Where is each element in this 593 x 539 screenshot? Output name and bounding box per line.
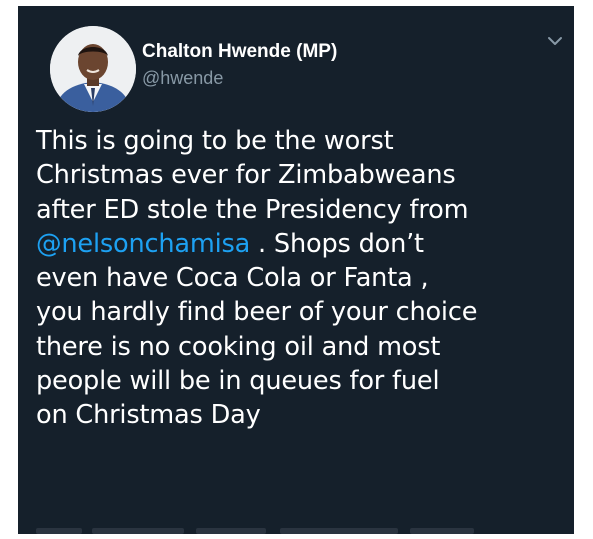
tweet-text-line: Christmas ever for Zimbabweans	[36, 160, 456, 191]
tweet-text-line: @nelsonchamisa . Shops don’t	[36, 227, 566, 261]
display-name[interactable]: Chalton Hwende (MP)	[142, 41, 337, 63]
tweet-text-line: even have Coca Cola or Fanta ,	[36, 263, 429, 294]
page-margin	[574, 0, 593, 539]
mention-link[interactable]: @nelsonchamisa	[36, 229, 250, 259]
tweet-card: Chalton Hwende (MP) @hwende This is goin…	[18, 6, 574, 534]
tweet-text: This is going to be the worst Christmas …	[36, 124, 566, 433]
user-handle[interactable]: @hwende	[142, 68, 223, 89]
chevron-down-icon[interactable]	[546, 34, 564, 48]
tweet-text-line: people will be in queues for fuel	[36, 366, 440, 397]
cropped-next-line	[36, 518, 566, 534]
tweet-text-line: after ED stole the Presidency from	[36, 194, 469, 225]
profile-photo	[50, 26, 136, 112]
tweet-text-line: there is no cooking oil and most	[36, 331, 441, 362]
tweet-text-line: This is going to be the worst	[36, 126, 394, 156]
tweet-text-line: you hardly find beer of your choice	[36, 297, 478, 328]
avatar[interactable]	[50, 26, 136, 112]
tweet-text-line: on Christmas Day	[36, 400, 261, 431]
tweet-text-fragment: . Shops don’t	[250, 228, 424, 259]
